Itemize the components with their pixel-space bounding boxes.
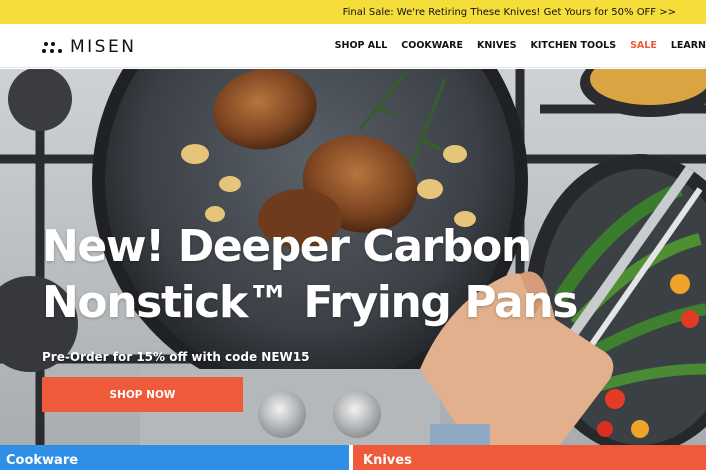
hero-banner[interactable]: New! Deeper Carbon Nonstick™ Frying Pans… bbox=[0, 69, 706, 445]
promo-text[interactable]: Final Sale: We're Retiring These Knives!… bbox=[343, 7, 676, 18]
shop-now-button[interactable]: SHOP NOW bbox=[42, 377, 243, 412]
brand-name: MISEN bbox=[70, 37, 137, 57]
nav-knives[interactable]: KNIVES bbox=[477, 40, 517, 51]
misen-dots-logo-icon bbox=[42, 40, 64, 54]
category-cookware-label: Cookware bbox=[6, 453, 79, 468]
category-knives-label: Knives bbox=[363, 453, 412, 468]
promo-banner[interactable]: Final Sale: We're Retiring These Knives!… bbox=[0, 0, 706, 24]
category-cookware[interactable]: Cookware bbox=[0, 445, 353, 470]
hero-title: New! Deeper Carbon Nonstick™ Frying Pans bbox=[42, 221, 578, 328]
nav-kitchen-tools[interactable]: KITCHEN TOOLS bbox=[531, 40, 617, 51]
brand-logo[interactable]: MISEN bbox=[42, 37, 136, 57]
nav-sale[interactable]: SALE bbox=[630, 40, 657, 51]
nav-learn[interactable]: LEARN bbox=[671, 40, 706, 51]
nav-cookware[interactable]: COOKWARE bbox=[401, 40, 463, 51]
main-nav: SHOP ALL COOKWARE KNIVES KITCHEN TOOLS S… bbox=[321, 40, 706, 51]
site-header: MISEN SHOP ALL COOKWARE KNIVES KITCHEN T… bbox=[0, 24, 706, 68]
category-knives[interactable]: Knives bbox=[353, 445, 706, 470]
hero-subtitle: Pre-Order for 15% off with code NEW15 bbox=[42, 350, 310, 364]
nav-shop-all[interactable]: SHOP ALL bbox=[335, 40, 388, 51]
category-row: Cookware Knives bbox=[0, 445, 706, 470]
